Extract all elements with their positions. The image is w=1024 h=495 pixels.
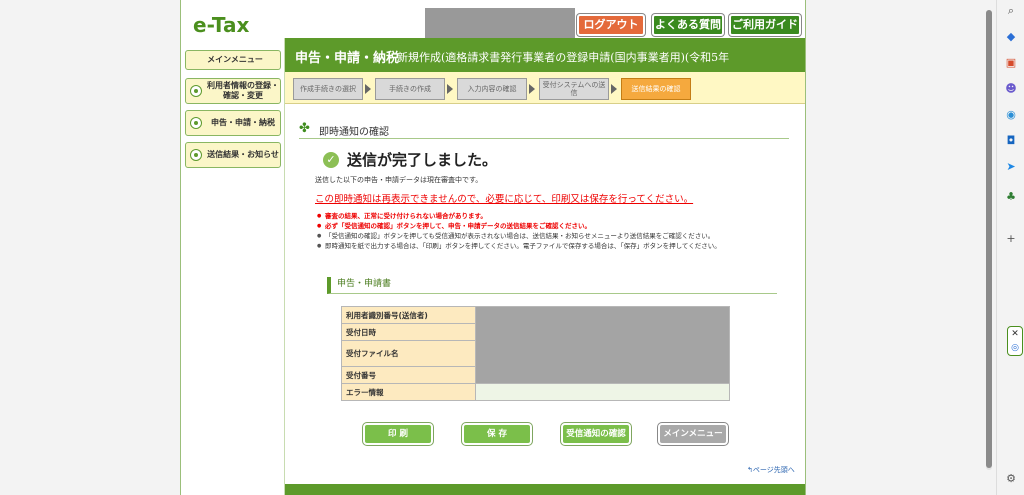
settings-icon[interactable]: ⚙ — [1004, 472, 1018, 486]
sidebar-item-user-info[interactable]: 利用者情報の登録・確認・変更 — [185, 78, 281, 104]
plus-icon[interactable]: + — [1004, 232, 1018, 246]
sidebar-item-main-menu[interactable]: メインメニュー — [185, 50, 281, 70]
page-title: 申告・申請・納税 — [295, 51, 400, 66]
step-send: 受付システムへの送信 — [539, 78, 609, 100]
browser-sidebar: ⌕ ◆ ▣ ☻ ◉ ◘ ➤ ♣ + ⚙ — [996, 0, 1024, 495]
step-select: 作成手続きの選択 — [293, 78, 363, 100]
send-icon[interactable]: ➤ — [1004, 160, 1018, 174]
save-button[interactable]: 保 存 — [462, 423, 532, 445]
header: e-Tax ログアウト よくある質問 ご利用ガイド — [181, 8, 805, 40]
guide-button[interactable]: ご利用ガイド — [729, 14, 801, 36]
step-result: 送信結果の確認 — [621, 78, 691, 100]
etax-page: e-Tax ログアウト よくある質問 ご利用ガイド メインメニュー 利用者情報の… — [180, 0, 806, 495]
toolbox-icon[interactable]: ▣ — [1004, 56, 1018, 70]
main-menu-button[interactable]: メインメニュー — [658, 423, 728, 445]
faq-button[interactable]: よくある質問 — [652, 14, 724, 36]
check-icon: ✓ — [323, 151, 339, 168]
close-icon[interactable]: ✕ — [1008, 327, 1022, 341]
sidebar-item-filing[interactable]: 申告・申請・納税 — [185, 110, 281, 136]
sidebar-item-label: 利用者情報の登録・確認・変更 — [207, 81, 279, 100]
note-item: 即時通知を紙で出力する場合は、「印刷」ボタンを押してください。電子ファイルで保存… — [317, 241, 787, 251]
outlook-icon[interactable]: ◘ — [1004, 134, 1018, 148]
sidebar-item-label: メインメニュー — [207, 55, 263, 64]
arrow-icon — [447, 84, 453, 94]
redacted-values — [475, 306, 730, 384]
arrow-icon — [611, 84, 617, 94]
table-label: 受付日時 — [341, 323, 476, 341]
completion-message: ✓ 送信が完了しました。 — [323, 149, 497, 170]
step-create: 手続きの作成 — [375, 78, 445, 100]
table-label: 利用者識別番号(送信者) — [341, 306, 476, 324]
tree-icon[interactable]: ♣ — [1004, 190, 1018, 204]
note-item: 「受信通知の確認」ボタンを押しても受信通知が表示されない場合は、送信結果・お知ら… — [317, 231, 787, 241]
clover-icon: ✤ — [299, 121, 310, 136]
review-status-text: 送信した以下の申告・申請データは現在審査中です。 — [315, 176, 483, 184]
table-label: エラー情報 — [341, 383, 476, 401]
note-item: 審査の結果、正常に受け付けられない場合があります。 — [317, 211, 787, 221]
title-bar: 申告・申請・納税 新規作成(適格請求書発行事業者の登録申請(国内事業者用)(令和… — [285, 38, 805, 72]
reprint-warning: この即時通知は再表示できませんので、必要に応じて、印刷又は保存を行ってください。 — [315, 194, 694, 205]
error-info-value — [475, 383, 730, 401]
subsection-header: 申告・申請書 — [327, 277, 777, 294]
pen-icon — [190, 149, 202, 161]
progress-steps: 作成手続きの選択 手続きの作成 入力内容の確認 受付システムへの送信 送信結果の… — [285, 72, 805, 104]
people-icon[interactable]: ☻ — [1004, 82, 1018, 96]
office-icon[interactable]: ◉ — [1004, 108, 1018, 122]
clock-icon — [190, 117, 202, 129]
notes-list: 審査の結果、正常に受け付けられない場合があります。 必ず「受信通知の確認」ボタン… — [317, 211, 787, 251]
table-label: 受付ファイル名 — [341, 340, 476, 367]
tag-icon[interactable]: ◆ — [1004, 30, 1018, 44]
sidebar-item-label: 申告・申請・納税 — [211, 118, 275, 127]
arrow-icon — [529, 84, 535, 94]
redacted-area — [425, 8, 575, 40]
note-item: 必ず「受信通知の確認」ボタンを押して、申告・申請データの送信結果をご確認ください… — [317, 221, 787, 231]
arrow-icon — [365, 84, 371, 94]
person-icon — [190, 85, 202, 97]
table-label: 受付番号 — [341, 366, 476, 384]
footer-bar — [285, 484, 805, 495]
sidebar: メインメニュー 利用者情報の登録・確認・変更 申告・申請・納税 送信結果・お知ら… — [181, 38, 285, 495]
print-button[interactable]: 印 刷 — [363, 423, 433, 445]
etax-logo: e-Tax — [193, 13, 250, 37]
receipt-table: 利用者識別番号(送信者) 受付日時 受付ファイル名 受付番号 エラー情報 — [341, 306, 730, 401]
scrollbar[interactable] — [986, 10, 992, 470]
step-confirm: 入力内容の確認 — [457, 78, 527, 100]
section-header: ✤ 即時通知の確認 — [299, 121, 789, 139]
edge-icon[interactable]: ◎ — [1008, 341, 1022, 355]
main-content: ✤ 即時通知の確認 ✓ 送信が完了しました。 送信した以下の申告・申請データは現… — [285, 105, 805, 495]
page-subtitle: 新規作成(適格請求書発行事業者の登録申請(国内事業者用)(令和5年 — [397, 51, 730, 64]
search-icon[interactable]: ⌕ — [1004, 4, 1018, 18]
page-top-label: ページ先頭へ — [752, 466, 795, 474]
side-panel-toggle[interactable]: ✕ ◎ — [1007, 326, 1023, 356]
completion-text: 送信が完了しました。 — [347, 151, 498, 169]
logout-button[interactable]: ログアウト — [577, 14, 645, 36]
section-title: 即時通知の確認 — [319, 127, 389, 138]
receipt-confirm-button[interactable]: 受信通知の確認 — [561, 423, 631, 445]
sidebar-item-label: 送信結果・お知らせ — [207, 150, 279, 159]
sidebar-item-results[interactable]: 送信結果・お知らせ — [185, 142, 281, 168]
scroll-thumb[interactable] — [986, 10, 992, 468]
page-top-link[interactable]: ↰ページ先頭へ — [747, 465, 795, 475]
